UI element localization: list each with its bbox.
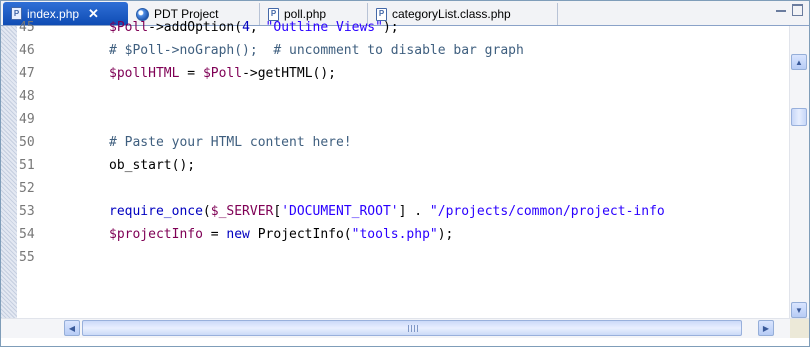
line-number: 54 xyxy=(19,227,35,242)
scroll-up-button[interactable]: ▲ xyxy=(791,54,807,70)
php-editor-window: Pindex.php ✕ PDT Project Ppoll.php Pcategory… xyxy=(0,0,810,347)
code-line[interactable]: 55 xyxy=(17,246,761,269)
code-token: ->addOption( xyxy=(148,20,243,35)
code-token: "/projects/common/project-info xyxy=(429,204,665,219)
code-text: $projectInfo = new ProjectInfo("tools.ph… xyxy=(109,223,453,246)
code-text: $Poll->addOption(4, "Outline Views"); xyxy=(109,16,399,39)
line-number: 47 xyxy=(19,66,35,81)
line-number: 46 xyxy=(19,43,35,58)
code-token: = xyxy=(202,227,227,242)
code-text: ob_start(); xyxy=(109,154,195,177)
line-number: 48 xyxy=(19,89,35,104)
code-line[interactable]: 48 xyxy=(17,85,761,108)
code-token: "tools.php" xyxy=(351,227,438,242)
code-token: "Outline Views" xyxy=(265,20,383,35)
code-token: ); xyxy=(437,227,454,242)
code-token: $Poll xyxy=(109,20,149,35)
code-token: $projectInfo xyxy=(109,227,203,242)
line-number: 45 xyxy=(19,20,35,35)
horizontal-scrollbar[interactable]: ◀ ▶ xyxy=(1,318,809,338)
scroll-left-button[interactable]: ◀ xyxy=(64,320,80,336)
line-number: 50 xyxy=(19,135,35,150)
code-token: ProjectInfo( xyxy=(249,227,352,242)
line-number: 52 xyxy=(19,181,35,196)
code-area[interactable]: 45 $Poll->addOption(4, "Outline Views"); 4… xyxy=(17,20,761,318)
code-token: require_once xyxy=(109,204,203,219)
line-number: 51 xyxy=(19,158,35,173)
scroll-right-button[interactable]: ▶ xyxy=(758,320,774,336)
code-line[interactable]: 51 ob_start(); xyxy=(17,154,761,177)
window-controls xyxy=(776,4,803,16)
code-line[interactable]: 49 xyxy=(17,108,761,131)
code-token: 'DOCUMENT_ROOT' xyxy=(281,204,399,219)
chevron-right-icon: ▶ xyxy=(762,323,770,333)
chevron-up-icon: ▲ xyxy=(795,57,803,67)
code-line[interactable]: 45 $Poll->addOption(4, "Outline Views"); xyxy=(17,16,761,39)
code-line[interactable]: 50 # Paste your HTML content here! xyxy=(17,131,761,154)
code-token: ] . xyxy=(398,204,430,219)
code-line[interactable]: 53 require_once($_SERVER['DOCUMENT_ROOT']… xyxy=(17,200,761,223)
code-text: require_once($_SERVER['DOCUMENT_ROOT'] .… xyxy=(109,200,665,223)
code-token: $Poll xyxy=(202,66,243,81)
line-number: 49 xyxy=(19,112,35,127)
code-line[interactable]: 47 $pollHTML = $Poll->getHTML(); xyxy=(17,62,761,85)
code-token: ); xyxy=(382,20,399,35)
annotation-gutter xyxy=(1,26,17,318)
code-line[interactable]: 46 # $Poll->noGraph(); # uncomment to dis… xyxy=(17,39,761,62)
code-token: # Paste your HTML content here! xyxy=(109,135,352,150)
code-token: 4 xyxy=(242,20,250,35)
code-token: new xyxy=(226,227,250,242)
code-token: # $Poll->noGraph(); # uncomment to disab… xyxy=(109,43,524,58)
maximize-icon[interactable] xyxy=(792,4,803,16)
scroll-down-button[interactable]: ▼ xyxy=(791,302,807,318)
code-text: # $Poll->noGraph(); # uncomment to disab… xyxy=(109,39,524,62)
chevron-left-icon: ◀ xyxy=(68,323,76,333)
code-token: ->getHTML(); xyxy=(242,66,336,81)
code-line[interactable]: 54 $projectInfo = new ProjectInfo("tools.… xyxy=(17,223,761,246)
code-token: ( xyxy=(202,204,211,219)
code-text: # Paste your HTML content here! xyxy=(109,131,352,154)
chevron-down-icon: ▼ xyxy=(795,305,803,315)
scroll-grip-icon xyxy=(408,325,418,332)
line-number: 55 xyxy=(19,250,35,265)
vertical-scrollbar[interactable]: ▲ ▼ xyxy=(789,26,809,318)
code-token: = xyxy=(179,66,203,81)
code-token: $_SERVER xyxy=(210,204,274,219)
scrollbar-corner xyxy=(790,319,809,338)
minimize-icon[interactable] xyxy=(776,10,786,12)
code-line[interactable]: 52 xyxy=(17,177,761,200)
line-number: 53 xyxy=(19,204,35,219)
horizontal-scroll-thumb[interactable] xyxy=(82,320,742,336)
code-token: $pollHTML xyxy=(109,66,180,81)
code-token: , xyxy=(249,20,266,35)
code-token: ob_start(); xyxy=(109,158,196,173)
code-text: $pollHTML = $Poll->getHTML(); xyxy=(109,62,336,85)
vertical-scroll-thumb[interactable] xyxy=(791,108,807,126)
